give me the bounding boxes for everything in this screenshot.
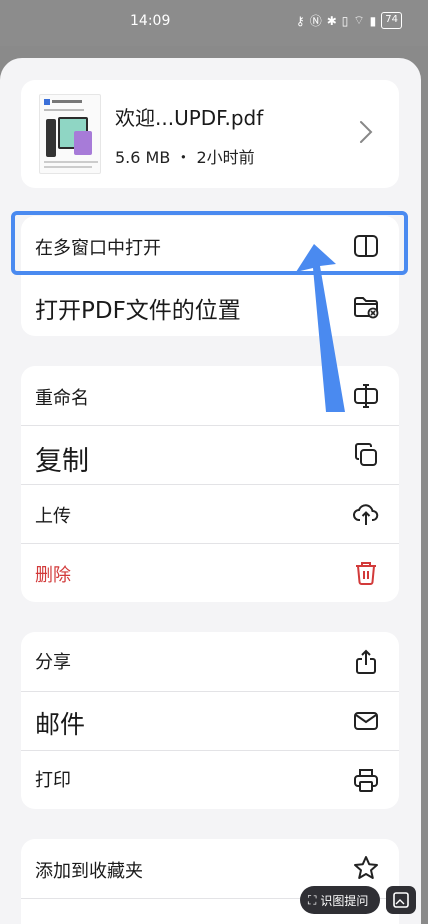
file-meta: 5.6 MB ・ 2小时前: [115, 148, 255, 167]
action-sheet: 欢迎...UPDF.pdf 5.6 MB ・ 2小时前 在多窗口中打开 打开PD…: [0, 58, 421, 924]
recognize-label: 识图提问: [320, 893, 369, 908]
highlight-box: [11, 211, 408, 275]
nfc-icon: Ⓝ: [309, 14, 322, 28]
row-label: 添加到收藏夹: [35, 861, 143, 882]
rename-cursor-icon: [353, 383, 379, 409]
status-time: 14:09: [130, 13, 171, 29]
mail-icon: [353, 708, 379, 734]
folder-icon: [353, 294, 379, 320]
copy-icon: [353, 442, 379, 468]
open-file-location-row[interactable]: 打开PDF文件的位置: [21, 275, 399, 334]
status-icons: ⚷ Ⓝ ✱ ▯ ⌔ ▮ 74: [296, 12, 402, 29]
row-label: 打印: [35, 770, 71, 791]
share-row[interactable]: 分享: [21, 632, 399, 691]
pdf-preview-icon: [44, 99, 98, 168]
file-thumbnail: [39, 94, 101, 174]
edit-options-group: 重命名 复制 上传 删除: [21, 366, 399, 602]
sim-icon: ▮: [369, 13, 377, 28]
delete-row[interactable]: 删除: [21, 543, 399, 602]
scan-icon: ⛶: [308, 892, 317, 907]
row-label: 邮件: [35, 710, 86, 739]
upload-row[interactable]: 上传: [21, 484, 399, 543]
file-name: 欢迎...UPDF.pdf: [115, 106, 264, 130]
vibrate-icon: ▯: [341, 13, 349, 28]
file-info-card[interactable]: 欢迎...UPDF.pdf 5.6 MB ・ 2小时前: [21, 80, 399, 188]
battery-indicator: 74: [381, 12, 402, 29]
key-icon: ⚷: [295, 13, 305, 28]
rename-row[interactable]: 重命名: [21, 366, 399, 425]
row-label: 重命名: [35, 388, 89, 409]
status-bar: 14:09 ⚷ Ⓝ ✱ ▯ ⌔ ▮ 74: [0, 0, 428, 46]
share-icon: [353, 649, 379, 675]
image-edit-button[interactable]: [386, 886, 416, 914]
star-icon: [353, 855, 379, 881]
cloud-upload-icon: [353, 501, 379, 527]
image-edit-icon: [393, 892, 409, 908]
share-options-group: 分享 邮件 打印: [21, 632, 399, 809]
recognize-image-button[interactable]: ⛶ 识图提问: [300, 886, 380, 914]
chevron-right-icon[interactable]: [357, 118, 375, 146]
row-label: 分享: [35, 652, 71, 673]
row-label: 复制: [35, 446, 89, 477]
printer-icon: [353, 767, 379, 793]
wifi-icon: ⌔: [353, 13, 365, 27]
mail-row[interactable]: 邮件: [21, 691, 399, 750]
row-label: 删除: [35, 565, 71, 586]
print-row[interactable]: 打印: [21, 750, 399, 809]
bluetooth-icon: ✱: [326, 13, 337, 28]
copy-row[interactable]: 复制: [21, 425, 399, 484]
trash-icon: [353, 560, 379, 586]
row-label: 打开PDF文件的位置: [35, 298, 241, 324]
row-label: 上传: [35, 506, 71, 527]
